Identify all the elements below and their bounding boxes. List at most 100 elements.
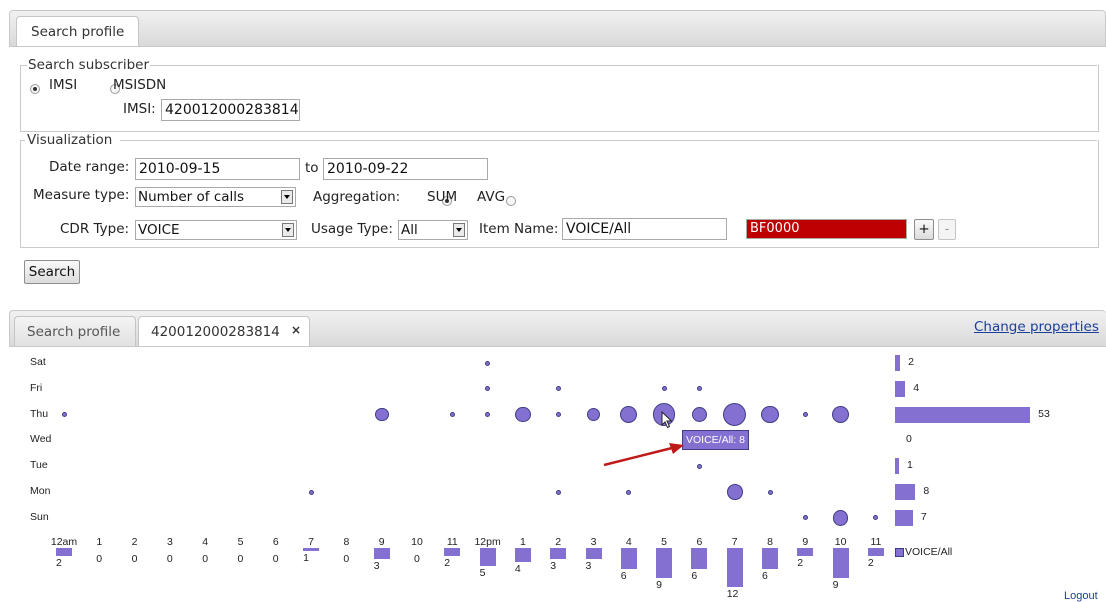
hour-total-label: 0: [343, 553, 350, 565]
data-point: [555, 386, 561, 392]
cdr-type-label: CDR Type:: [60, 221, 130, 237]
legend-label: VOICE/All: [905, 546, 953, 558]
add-item-button[interactable]: +: [914, 219, 934, 240]
result-tab-bar: Search profile 420012000283814 ×: [9, 310, 1106, 347]
search-button[interactable]: Search: [24, 260, 80, 284]
date-range-label: Date range:: [49, 159, 130, 175]
tab-imsi-result[interactable]: 420012000283814 ×: [138, 316, 310, 346]
imsi-input[interactable]: 420012000283814: [161, 99, 300, 121]
day-total-bar: [895, 458, 899, 475]
measure-type-select[interactable]: Number of calls: [135, 187, 296, 207]
data-point: [726, 484, 743, 500]
day-total-bar: [895, 355, 901, 371]
item-name-input[interactable]: VOICE/All: [562, 218, 727, 240]
data-point: [620, 405, 638, 424]
hour-label: 8: [343, 536, 350, 548]
data-point: [626, 489, 632, 495]
hour-label: 9: [802, 536, 809, 548]
hour-total-label: 1: [303, 552, 309, 565]
data-point: [873, 515, 879, 521]
avg-label: AVG: [477, 189, 506, 205]
hour-total-label: 3: [373, 560, 380, 573]
hour-total-bar: [479, 548, 496, 566]
hour-label: 12pm: [474, 536, 501, 548]
close-icon[interactable]: ×: [291, 315, 301, 345]
sum-label: SUM: [427, 189, 458, 205]
hour-total-label: 6: [620, 569, 627, 582]
fieldset-top-border: [20, 140, 25, 141]
data-point: [555, 412, 561, 418]
measure-type-label: Measure type:: [33, 187, 130, 203]
hour-total-bar: [444, 548, 461, 557]
chevron-down-icon[interactable]: [453, 223, 465, 237]
data-point: [761, 405, 779, 424]
usage-type-select[interactable]: All: [398, 220, 468, 240]
cdr-type-value: VOICE: [138, 222, 180, 238]
day-total-bar: [895, 380, 906, 397]
tab-search-profile-result[interactable]: Search profile: [14, 316, 136, 346]
color-input[interactable]: BF0000: [746, 219, 907, 239]
hour-total-bar: [691, 548, 708, 569]
hour-total-label: 2: [444, 557, 451, 570]
data-point: [691, 406, 708, 423]
data-point: [722, 402, 747, 427]
hour-total-label: 0: [96, 553, 103, 565]
hour-label: 10: [834, 536, 847, 548]
cdr-type-select[interactable]: VOICE: [135, 220, 297, 240]
data-point: [308, 489, 314, 495]
day-label: Thu: [30, 407, 49, 420]
data-point: [485, 360, 491, 366]
day-total-label: 8: [923, 485, 930, 497]
day-total-label: 0: [906, 433, 912, 446]
hour-label: 5: [237, 536, 244, 548]
data-point: [555, 489, 561, 495]
msisdn-radio-label: MSISDN: [113, 77, 167, 93]
visualization-legend: Visualization: [26, 132, 114, 148]
hour-total-label: 2: [867, 557, 874, 570]
chevron-down-icon[interactable]: [282, 223, 294, 237]
top-tab-bar: Search profile: [9, 10, 1106, 47]
tab-imsi-label: 420012000283814: [151, 324, 280, 340]
data-point: [767, 489, 773, 495]
measure-type-value: Number of calls: [138, 189, 245, 205]
day-total-bar: [895, 484, 916, 500]
remove-item-button[interactable]: -: [938, 219, 956, 240]
imsi-radio[interactable]: [30, 83, 40, 94]
usage-type-value: All: [401, 222, 418, 238]
date-to-input[interactable]: 2010-09-22: [323, 158, 488, 180]
day-total-label: 4: [913, 381, 920, 394]
avg-radio[interactable]: [506, 195, 517, 206]
chart-tooltip: VOICE/All: 8: [682, 430, 749, 450]
to-label: to: [305, 160, 319, 176]
date-from-input[interactable]: 2010-09-15: [135, 158, 300, 180]
hour-label: 6: [272, 536, 279, 548]
change-properties-link[interactable]: Change properties: [974, 319, 1099, 335]
tab-search-profile[interactable]: Search profile: [16, 16, 140, 46]
imsi-label: IMSI:: [123, 101, 156, 117]
hour-total-bar: [867, 548, 884, 557]
aggregation-label: Aggregation:: [313, 189, 401, 205]
hour-total-label: 0: [414, 553, 420, 565]
hour-label: 5: [661, 536, 668, 548]
hour-total-label: 6: [691, 569, 698, 582]
hour-total-label: 0: [202, 553, 209, 565]
data-point: [485, 412, 491, 418]
hour-total-label: 12: [726, 588, 739, 601]
annotation-arrow: [603, 443, 684, 467]
punchcard-chart: Sat Fri Thu Wed Tue Mon Sun 2 4 53 0 1 8 7 12am 1 2 3 4 5 6 7…: [0, 345, 1106, 602]
item-name-label: Item Name:: [479, 221, 559, 237]
hour-total-label: 2: [56, 557, 62, 570]
logout-link[interactable]: Logout: [1064, 590, 1098, 602]
hour-total-label: 5: [479, 566, 486, 579]
hour-total-label: 0: [166, 553, 173, 565]
hour-label: 8: [767, 536, 773, 548]
search-subscriber-legend: Search subscriber: [27, 57, 151, 73]
hour-total-bar: [762, 548, 778, 569]
hour-label: 12am: [50, 536, 78, 548]
day-label: Sat: [30, 356, 46, 368]
hour-total-bar: [550, 548, 567, 560]
hour-label: 3: [166, 536, 173, 548]
chevron-down-icon[interactable]: [281, 190, 293, 204]
data-point: [696, 463, 702, 469]
hour-total-bar: [373, 548, 390, 560]
